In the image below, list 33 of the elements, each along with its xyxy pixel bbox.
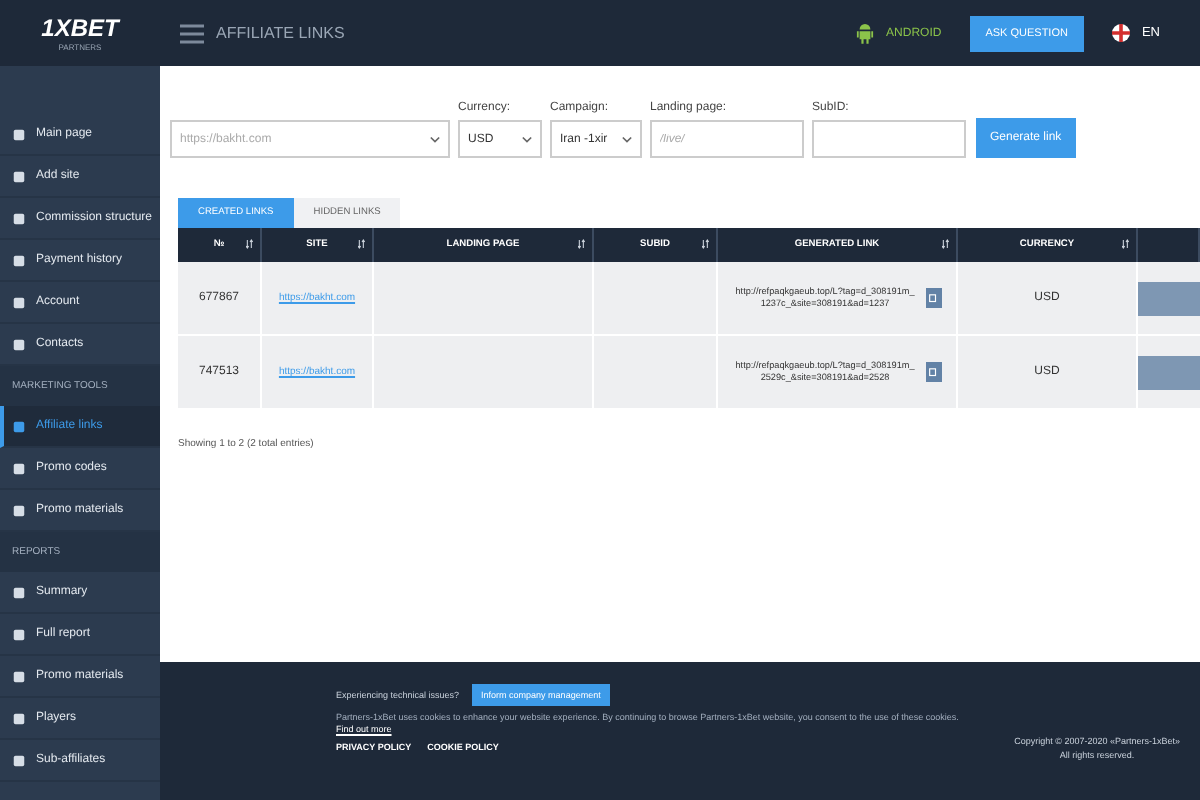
square-icon xyxy=(12,211,26,225)
caret-icon xyxy=(522,135,532,143)
menu-icon[interactable] xyxy=(180,23,204,43)
sort-icon[interactable] xyxy=(1122,238,1130,250)
copy-button[interactable] xyxy=(925,288,941,308)
caret-icon xyxy=(622,135,632,143)
square-icon xyxy=(12,127,26,141)
sort-icon[interactable] xyxy=(358,238,366,250)
square-icon xyxy=(12,753,26,767)
flag-icon[interactable] xyxy=(1111,24,1130,42)
subid-field[interactable] xyxy=(812,120,966,158)
robot-icon[interactable] xyxy=(856,22,875,44)
square-icon xyxy=(12,253,26,267)
square-icon xyxy=(12,627,26,641)
square-icon xyxy=(12,585,26,599)
square-icon xyxy=(12,419,26,433)
square-icon xyxy=(12,669,26,683)
square-icon xyxy=(12,169,26,183)
square-icon xyxy=(12,295,26,309)
sort-icon[interactable] xyxy=(702,238,710,250)
page-title: AFFILIATE LINKS xyxy=(216,24,345,42)
sort-icon[interactable] xyxy=(942,238,950,250)
square-icon xyxy=(12,337,26,351)
square-icon xyxy=(12,711,26,725)
square-icon xyxy=(12,503,26,517)
logo[interactable]: 1XBET xyxy=(41,14,119,42)
sort-icon[interactable] xyxy=(578,238,586,250)
action-button[interactable] xyxy=(1138,281,1200,315)
sort-icon[interactable] xyxy=(246,238,254,250)
copy-button[interactable] xyxy=(925,362,941,382)
action-button[interactable] xyxy=(1138,355,1200,389)
caret-icon xyxy=(430,135,440,143)
square-icon xyxy=(12,461,26,475)
